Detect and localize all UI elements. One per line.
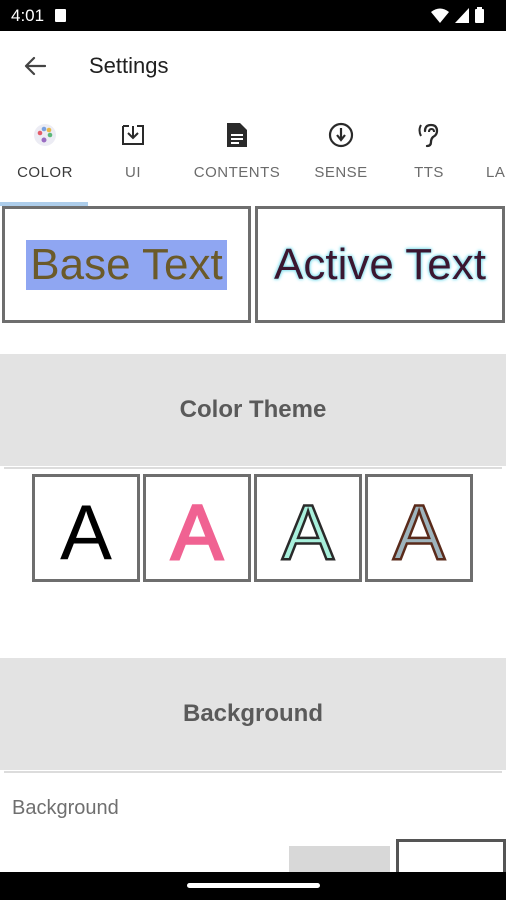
tab-contents[interactable]: CONTENTS: [188, 110, 286, 206]
battery-icon: [475, 7, 484, 23]
svg-text:A: A: [171, 488, 223, 573]
svg-text:A: A: [282, 488, 334, 573]
active-text-preview[interactable]: Active Text: [255, 206, 505, 323]
color-theme-header: Color Theme: [0, 354, 506, 466]
status-bar: 4:01: [0, 0, 506, 31]
theme-options: A A A A: [32, 474, 476, 584]
active-text-sample: Active Text: [274, 239, 486, 289]
wifi-icon: [431, 8, 449, 23]
download-circle-icon: [328, 122, 354, 148]
svg-text:A: A: [393, 488, 445, 573]
background-swatch-gray[interactable]: [289, 846, 390, 872]
tab-bar: COLOR UI CONTENTS SENSE TTS LA: [0, 110, 506, 206]
tab-ui[interactable]: UI: [88, 110, 178, 206]
status-icons: [431, 7, 484, 23]
download-box-icon: [122, 125, 144, 145]
tab-sense[interactable]: SENSE: [300, 110, 382, 206]
tab-label: CONTENTS: [193, 164, 281, 181]
home-indicator[interactable]: [187, 883, 320, 888]
app-bar: Settings: [0, 31, 506, 101]
theme-option-black[interactable]: A: [32, 474, 140, 582]
theme-glyph: A: [281, 487, 336, 573]
sd-card-icon: [55, 9, 66, 22]
background-header: Background: [0, 658, 506, 770]
tab-language[interactable]: LA: [486, 110, 506, 206]
tab-label: LA: [486, 164, 506, 181]
divider: [4, 467, 502, 469]
theme-option-mint[interactable]: A: [254, 474, 362, 582]
tab-label: COLOR: [17, 164, 73, 181]
background-label: Background: [12, 797, 119, 819]
back-button[interactable]: [14, 45, 56, 87]
theme-glyph: A: [60, 488, 112, 573]
base-text-sample: Base Text: [26, 239, 227, 290]
tab-label: UI: [125, 164, 141, 181]
divider: [4, 771, 502, 773]
signal-icon: [455, 7, 469, 23]
svg-text:A: A: [60, 488, 112, 573]
preview-row: Base Text Active Text: [0, 206, 506, 328]
background-swatch-white[interactable]: [396, 839, 506, 875]
hearing-icon: [418, 123, 439, 148]
base-text-preview[interactable]: Base Text: [2, 206, 251, 323]
arrow-back-icon: [24, 56, 46, 76]
theme-glyph: A: [392, 487, 447, 573]
tab-tts[interactable]: TTS: [394, 110, 464, 206]
tab-color[interactable]: COLOR: [0, 110, 90, 206]
status-time: 4:01: [11, 6, 45, 25]
theme-option-pink[interactable]: A: [143, 474, 251, 582]
page-title: Settings: [89, 53, 169, 78]
palette-icon: [34, 124, 56, 146]
theme-option-slate[interactable]: A: [365, 474, 473, 582]
tab-label: TTS: [414, 164, 444, 181]
tab-label: SENSE: [314, 164, 368, 181]
theme-glyph: A: [170, 487, 225, 573]
document-icon: [227, 123, 247, 147]
